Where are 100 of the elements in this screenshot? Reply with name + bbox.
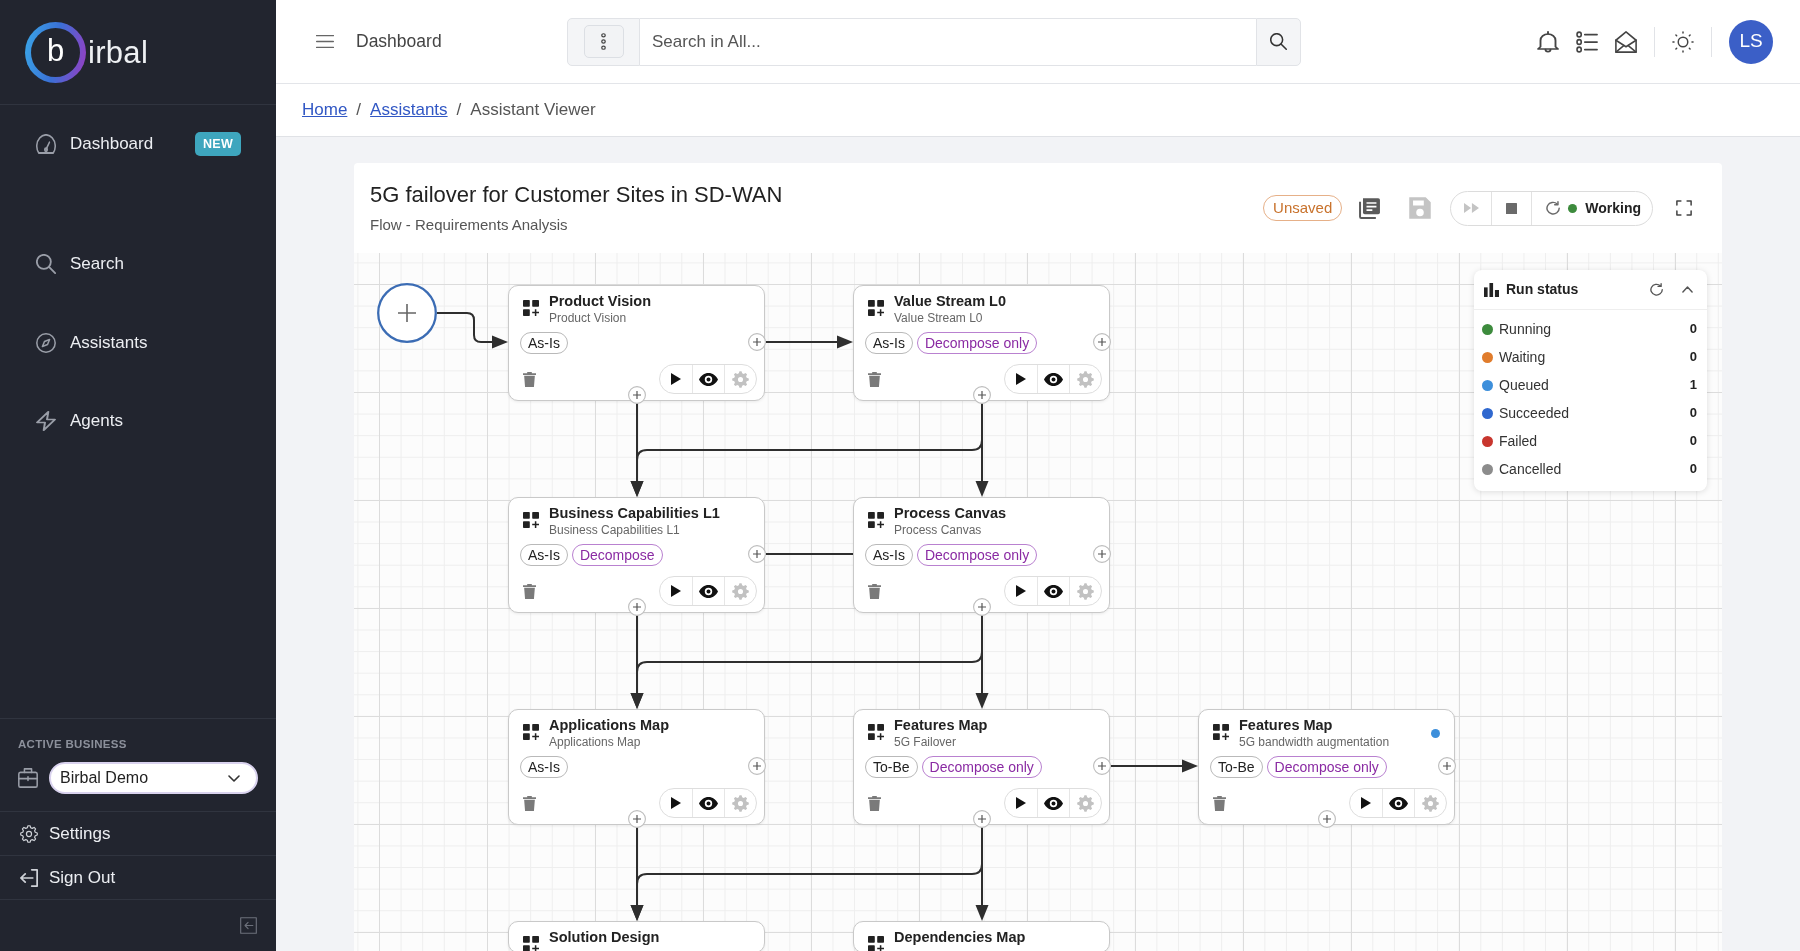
flow-subtitle: Flow - Requirements Analysis — [370, 216, 569, 234]
plus-circle-icon[interactable] — [628, 386, 646, 404]
node-title: Business Capabilities L1 — [549, 505, 720, 522]
user-avatar[interactable]: LS — [1729, 19, 1773, 64]
connector-arrow — [436, 312, 508, 349]
play-icon[interactable] — [1361, 797, 1371, 809]
breadcrumb-separator: / — [456, 99, 462, 122]
eye-icon[interactable] — [1044, 796, 1063, 810]
trash-icon[interactable] — [868, 371, 881, 387]
compass-icon — [36, 332, 56, 353]
page-title: Dashboard — [356, 30, 442, 54]
business-select[interactable]: Birbal Demo — [49, 762, 258, 794]
grid-plus-icon — [523, 936, 539, 951]
plus-circle-icon[interactable] — [1093, 333, 1111, 351]
node-title: Product Vision — [549, 293, 652, 310]
node-subtitle: Value Stream L0 — [894, 310, 984, 326]
node-title: Value Stream L0 — [894, 293, 1007, 310]
briefcase-icon — [18, 768, 38, 788]
sign-out-icon — [20, 868, 38, 887]
trash-icon[interactable] — [868, 795, 881, 811]
collapse-sidebar-icon[interactable] — [240, 917, 257, 934]
plus-circle-icon[interactable] — [1438, 757, 1456, 775]
plus-circle-icon[interactable] — [748, 757, 766, 775]
grid-plus-icon — [1213, 724, 1229, 740]
breadcrumb-link[interactable]: Home — [302, 97, 348, 123]
grid-plus-icon — [868, 300, 884, 316]
plus-circle-icon[interactable] — [628, 810, 646, 828]
refresh-icon[interactable] — [1546, 201, 1561, 215]
status-label: Running — [1499, 319, 1552, 339]
chevron-down-icon — [228, 774, 240, 782]
sun-icon[interactable] — [1672, 30, 1694, 53]
envelope-open-icon[interactable] — [1615, 30, 1637, 53]
stack-icon[interactable] — [1359, 197, 1382, 219]
plus-circle-icon[interactable] — [1093, 757, 1111, 775]
grid-plus-icon — [868, 936, 884, 951]
play-icon[interactable] — [1016, 373, 1026, 385]
breadcrumb-link[interactable]: Assistants — [370, 97, 448, 123]
play-icon[interactable] — [671, 585, 681, 597]
search-options-button[interactable] — [583, 25, 624, 58]
node-title: Process Canvas — [894, 505, 1007, 522]
trash-icon[interactable] — [1213, 795, 1226, 811]
play-icon[interactable] — [1016, 797, 1026, 809]
search-button[interactable] — [1256, 17, 1301, 66]
refresh-icon[interactable] — [1650, 283, 1663, 296]
node-title: Features Map — [894, 717, 988, 734]
eye-icon[interactable] — [699, 584, 718, 598]
node-subtitle: 5G Failover — [894, 734, 958, 750]
status-count: 0 — [1689, 404, 1697, 423]
play-icon[interactable] — [671, 797, 681, 809]
sidebar-item[interactable]: Sign Out — [0, 855, 276, 899]
trash-icon[interactable] — [523, 795, 536, 811]
eye-icon[interactable] — [1044, 584, 1063, 598]
trash-icon[interactable] — [523, 583, 536, 599]
chevron-up-icon[interactable] — [1682, 286, 1693, 293]
fullscreen-icon[interactable] — [1676, 200, 1692, 216]
sidebar-item[interactable]: Search — [0, 244, 134, 284]
bar-chart-icon — [1484, 282, 1499, 297]
sidebar-item[interactable]: Assistants — [0, 322, 158, 363]
status-label: Cancelled — [1499, 459, 1562, 479]
eye-icon[interactable] — [699, 796, 718, 810]
trash-icon[interactable] — [868, 583, 881, 599]
node-subtitle: Process Canvas — [894, 522, 983, 538]
sidebar-item[interactable]: Agents — [0, 401, 133, 441]
play-icon[interactable] — [1016, 585, 1026, 597]
status-count: 0 — [1689, 460, 1697, 479]
panel-title: Run status — [1506, 280, 1579, 299]
stop-icon[interactable] — [1506, 202, 1518, 214]
sidebar-item[interactable]: Settings — [0, 811, 276, 855]
gauge-icon — [36, 134, 56, 154]
plus-circle-icon[interactable] — [1093, 545, 1111, 563]
plus-circle-icon[interactable] — [377, 283, 437, 343]
run-state-label: Working — [1585, 198, 1641, 218]
play-icon[interactable] — [671, 373, 681, 385]
node-title: Dependencies Map — [894, 929, 1026, 946]
checklist-icon[interactable] — [1576, 30, 1598, 53]
menu-icon[interactable] — [316, 35, 334, 48]
logo-text: irbal — [88, 36, 149, 68]
sidebar-item[interactable]: Dashboard — [0, 124, 164, 164]
status-label: Failed — [1499, 431, 1538, 451]
plus-circle-icon[interactable] — [973, 810, 991, 828]
eye-icon[interactable] — [1389, 796, 1408, 810]
grid-plus-icon — [868, 724, 884, 740]
plus-circle-icon[interactable] — [973, 386, 991, 404]
status-label: Waiting — [1499, 347, 1546, 367]
plus-circle-icon[interactable] — [973, 598, 991, 616]
plus-circle-icon[interactable] — [1318, 810, 1336, 828]
status-label: Succeeded — [1499, 403, 1570, 423]
node-subtitle: Product Vision — [549, 310, 628, 326]
eye-icon[interactable] — [1044, 372, 1063, 386]
plus-circle-icon[interactable] — [628, 598, 646, 616]
plus-circle-icon[interactable] — [748, 545, 766, 563]
trash-icon[interactable] — [523, 371, 536, 387]
eye-icon[interactable] — [699, 372, 718, 386]
plus-circle-icon[interactable] — [748, 333, 766, 351]
bell-icon[interactable] — [1537, 30, 1559, 53]
kebab-icon — [601, 33, 606, 50]
search-field[interactable]: Search in All... — [640, 17, 1256, 66]
breadcrumb-current: Assistant Viewer — [470, 99, 596, 122]
status-count: 0 — [1689, 348, 1697, 367]
search-icon — [36, 254, 56, 274]
